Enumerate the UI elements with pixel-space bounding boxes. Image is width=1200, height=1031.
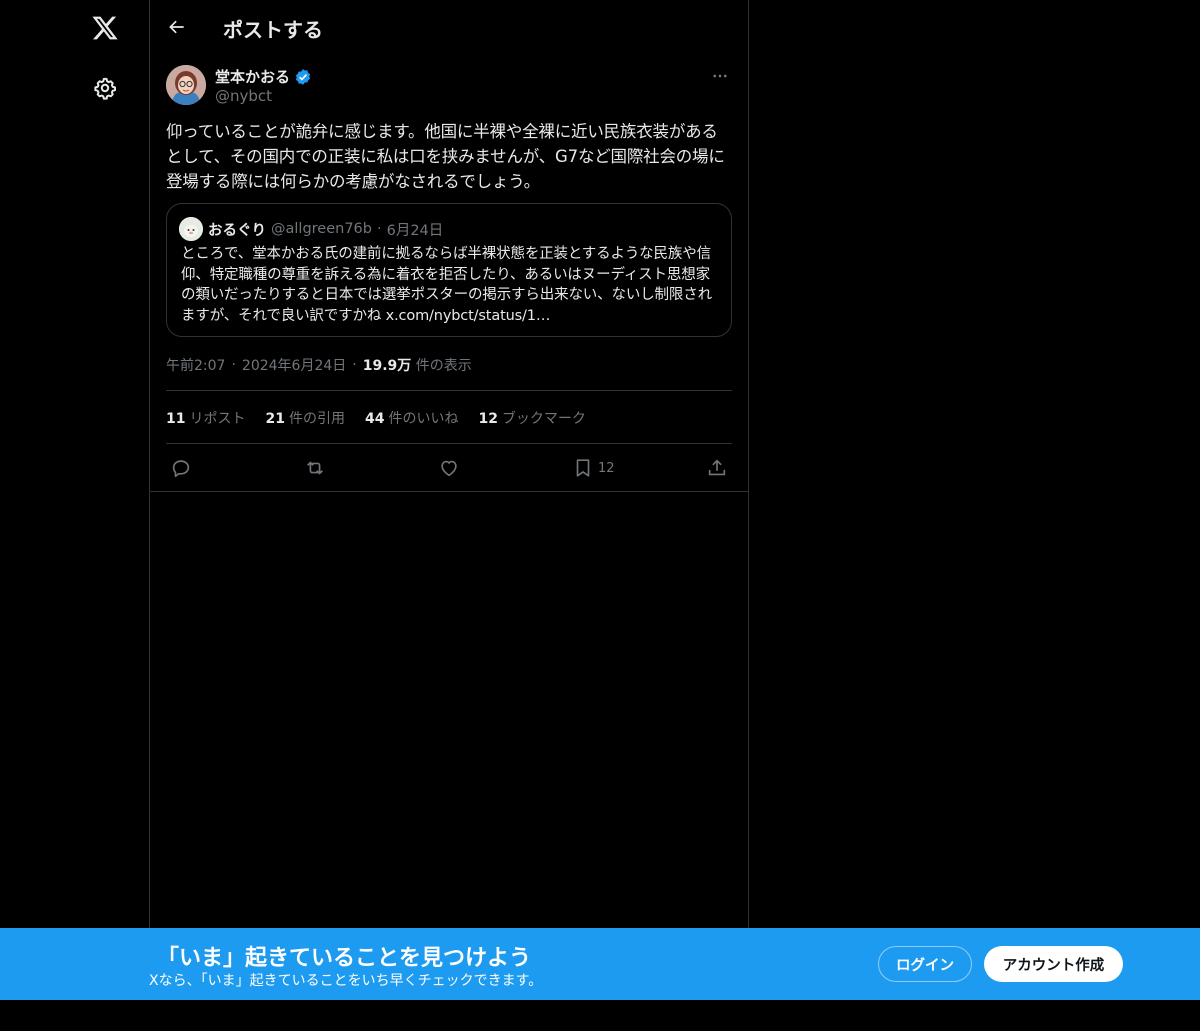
view-count-label: 件の表示 (415, 358, 472, 374)
share-button[interactable] (706, 452, 728, 484)
stat-reposts[interactable]: 11 リポスト (166, 408, 245, 428)
post-author: 堂本かおる @nybct (166, 64, 732, 108)
page-header: ポストする (150, 0, 748, 54)
left-nav (75, 0, 135, 930)
quoted-author-name: おるぐり (208, 222, 266, 239)
post-date[interactable]: 2024年6月24日 (242, 355, 346, 375)
verified-badge-icon (295, 68, 311, 85)
main-column: ポストする 堂本かおる @nybct 仰っていることが詭弁に感じます。他国に半裸… (149, 0, 749, 930)
quoted-author-handle: @allgreen76b (271, 221, 372, 237)
more-horizontal-icon (713, 74, 727, 78)
view-count-number: 19.9万 (362, 358, 412, 374)
more-options-button[interactable] (708, 64, 732, 88)
quoted-post-header: おるぐり @allgreen76b · 6月24日 (179, 217, 443, 241)
create-account-button[interactable]: アカウント作成 (984, 946, 1123, 982)
quoted-post-text: ところで、堂本かおる氏の建前に拠るならば半裸状態を正装とするような民族や信仰、特… (181, 246, 712, 324)
quoted-avatar (179, 217, 203, 241)
reply-icon (172, 460, 190, 478)
quoted-post[interactable]: おるぐり @allgreen76b · 6月24日 ところで、堂本かおる氏の建前… (166, 203, 732, 337)
page-title: ポストする (223, 18, 323, 42)
x-logo-icon (92, 16, 118, 40)
stat-likes[interactable]: 44 件のいいね (365, 408, 458, 428)
heart-icon (441, 460, 457, 477)
post-text: 仰っていることが詭弁に感じます。他国に半裸や全裸に近い民族衣装があるとして、その… (166, 122, 725, 191)
post-meta: 午前2:07 · 2024年6月24日 · 19.9万 件の表示 (166, 355, 472, 375)
meta-separator: · (352, 357, 357, 373)
author-handle[interactable]: @nybct (215, 87, 272, 105)
settings-link[interactable] (75, 60, 135, 116)
divider (166, 390, 732, 391)
avatar[interactable] (166, 65, 206, 105)
bookmark-button[interactable]: 12 (572, 452, 615, 484)
share-icon (708, 459, 726, 476)
x-logo-link[interactable] (75, 0, 135, 56)
bookmark-icon (576, 459, 590, 477)
author-name-link[interactable]: 堂本かおる (215, 66, 312, 87)
reply-button[interactable] (170, 452, 192, 484)
quoted-date: 6月24日 (386, 222, 444, 239)
bookmark-count: 12 (598, 460, 615, 476)
view-count: 19.9万 件の表示 (363, 355, 472, 375)
quoted-separator: · (376, 221, 382, 237)
arrow-left-icon (169, 20, 184, 34)
gear-icon (94, 77, 116, 100)
post-actions: 12 (166, 452, 732, 484)
signup-banner: 「いま」起きていることを見つけよう Xなら、「いま」起きていることをいち早くチェ… (0, 928, 1200, 1000)
banner-bottom-spacer (0, 1000, 1200, 1031)
author-name: 堂本かおる (215, 68, 291, 86)
stat-quotes[interactable]: 21 件の引用 (265, 408, 344, 428)
login-button[interactable]: ログイン (878, 946, 972, 982)
post-time[interactable]: 午前2:07 (166, 355, 225, 375)
author-avatar-image (166, 65, 206, 105)
post-stats: 11 リポスト 21 件の引用 44 件のいいね 12 ブックマーク (166, 408, 586, 428)
stat-bookmarks[interactable]: 12 ブックマーク (478, 408, 585, 428)
divider (150, 491, 748, 492)
app-root: ポストする 堂本かおる @nybct 仰っていることが詭弁に感じます。他国に半裸… (0, 0, 1200, 1031)
repost-icon (307, 461, 323, 475)
divider (166, 443, 732, 444)
banner-title: 「いま」起きていることを見つけよう (157, 946, 532, 971)
meta-separator: · (231, 357, 236, 373)
back-button[interactable] (160, 10, 194, 44)
repost-button[interactable] (304, 452, 326, 484)
banner-subtitle: Xなら、「いま」起きていることをいち早くチェックできます。 (149, 973, 543, 989)
quoted-avatar-image (179, 217, 203, 241)
like-button[interactable] (438, 452, 460, 484)
